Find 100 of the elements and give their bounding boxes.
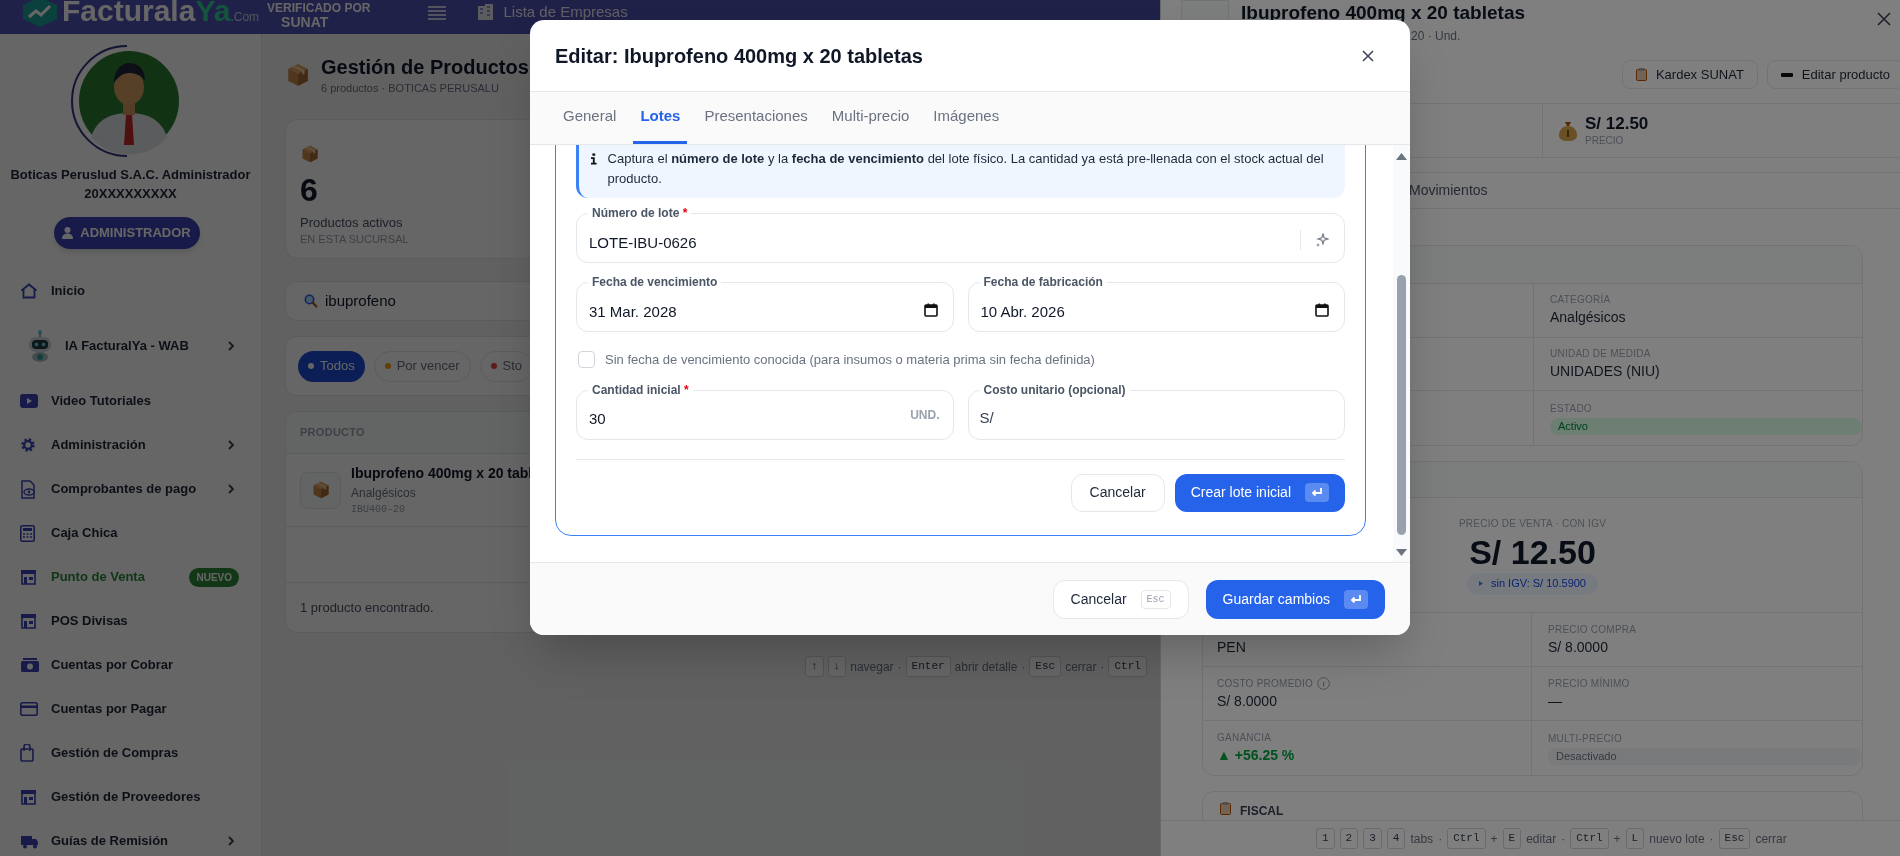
clipboard-icon [1220,802,1231,815]
currency-prefix: S/ [979,407,994,428]
shortcut-label: · [1021,658,1026,676]
sparkle-icon[interactable] [1315,233,1329,247]
shortcut-label: · [1100,658,1105,676]
field-value: UNIDADES (NIU) [1550,361,1661,381]
sidebar-item[interactable]: Punto de Venta NUEVO [0,555,261,599]
keyboard-key: Esc [1718,828,1751,849]
role-button[interactable]: ADMINISTRADOR [53,217,200,249]
field-value: PEN [1217,637,1247,657]
filter-chip[interactable]: Por vencer [373,350,471,382]
price-value: S/ 12.50 [1585,114,1649,134]
sale-price: S/ 12.50 [1469,531,1596,573]
product-category: Analgésicos [351,485,417,502]
cancel-button[interactable]: Cancelar Esc [1052,579,1189,619]
shortcut-label: + [1613,830,1621,848]
keyboard-key: Ctrl [1108,656,1147,677]
keyboard-key: Ctrl [1447,828,1486,849]
shortcut-label: editar [1526,830,1557,848]
keyboard-key: ↓ [827,656,847,677]
calendar-icon [1315,303,1329,317]
shortcut-label: nuevo lote [1649,830,1705,848]
save-button[interactable]: Guardar cambios [1205,579,1385,619]
keyboard-key: Enter [905,656,951,677]
sidebar-item[interactable]: Inicio [0,269,261,313]
box-icon [300,144,320,164]
tab[interactable]: Multi-precio [824,91,917,144]
store-icon [20,569,37,585]
shortcut-label: · [1561,830,1566,848]
shortcut-label: + [1490,830,1498,848]
create-lot-button[interactable]: Crear lote inicial [1174,473,1345,512]
return-key-icon [1344,589,1368,609]
logo-icon [22,0,58,27]
page-title: Gestión de Productos [321,55,529,80]
dialog-title: Editar: Ibuprofeno 400mg x 20 tabletas [555,43,923,69]
status-badge: Activo [1550,418,1862,435]
shortcut-label: · [897,658,902,676]
keyboard-key: E [1502,828,1522,849]
info-icon [591,153,597,165]
close-icon[interactable] [1362,49,1374,62]
new-badge: NUEVO [189,567,239,587]
scrollbar-thumb[interactable] [1397,275,1406,535]
tab[interactable]: Movimientos [1409,180,1488,201]
filter-chip[interactable]: Todos [298,350,365,382]
sidebar-item[interactable]: Caja Chica [0,511,261,555]
checkbox[interactable] [578,351,595,369]
sidebar-item[interactable]: Administración [0,423,261,467]
status-badge: Desactivado [1548,748,1862,765]
clipboard-icon [1635,68,1647,81]
sidebar-item[interactable]: Video Tutoriales [0,379,261,423]
scroll-down-icon[interactable] [1396,549,1407,556]
shopping-bag-icon [20,744,34,762]
sidebar-item[interactable]: Cuentas por Cobrar [0,643,261,687]
company-name: Boticas Peruslud S.A.C. Administrador [9,166,252,184]
tab[interactable]: General [556,91,624,144]
scroll-up-icon[interactable] [1396,153,1407,160]
kardex-button[interactable]: Kardex SUNAT [1621,60,1758,89]
home-icon [20,283,38,299]
shortcut-label: cerrar [1755,830,1787,848]
drawer-title: Ibuprofeno 400mg x 20 tabletas [1241,1,1526,25]
drawer-subtitle: 20 · Und. [1410,28,1462,45]
settings-icon [20,437,36,453]
video-icon [20,394,38,408]
keyboard-key: 3 [1363,828,1382,849]
shortcut-label: tabs [1410,830,1434,848]
unit-label: UND. [910,406,940,424]
box-icon [285,62,311,88]
info-text: Captura el número de lote y la fecha de vencimiento del lote físico. La cantidad ya está pre-llenada con el stock actual del producto. [607,150,1325,188]
money-bag-icon [1559,120,1577,141]
keyboard-key: Ctrl [1570,828,1609,849]
keyboard-key: Esc [1140,589,1171,609]
close-icon[interactable] [1877,12,1891,26]
calculator-icon [20,524,35,542]
sidebar-item[interactable]: IA FacturalYa - WAB [0,313,261,379]
truck-icon [20,833,39,849]
tab[interactable]: Presentaciones [697,91,815,144]
triangle-icon [1479,581,1483,586]
field-value: Analgésicos [1550,308,1627,328]
sidebar-item[interactable]: Gestión de Compras [0,731,261,775]
field-value: — [1548,691,1563,711]
sidebar-item[interactable]: Cuentas por Pagar [0,687,261,731]
tax-id: 20XXXXXXXXX [83,185,178,203]
field-value: ▲ +56.25 % [1217,746,1296,765]
field-value: S/ 8.0000 [1548,637,1609,657]
keyboard-key: 4 [1386,828,1406,849]
robot-icon [27,329,53,363]
tab[interactable]: Imágenes [926,91,1007,144]
sidebar-item[interactable]: POS Divisas [0,599,261,643]
chevron-icon [227,340,235,352]
edit-button[interactable]: Editar producto [1766,60,1900,89]
sidebar-item[interactable]: Guías de Remisión [0,819,261,856]
stat-label: Productos activos [300,214,403,232]
cancel-button[interactable]: Cancelar [1070,473,1165,512]
sidebar-item[interactable]: Gestión de Proveedores [0,775,261,819]
sidebar-item[interactable]: Comprobantes de pago [0,467,261,511]
keyboard-key: 1 [1316,828,1335,849]
chevron-icon [227,439,235,451]
verification-text: VERIFICADO POR SUNAT [267,0,371,30]
info-icon [1317,676,1331,690]
keyboard-key: 2 [1339,828,1359,849]
